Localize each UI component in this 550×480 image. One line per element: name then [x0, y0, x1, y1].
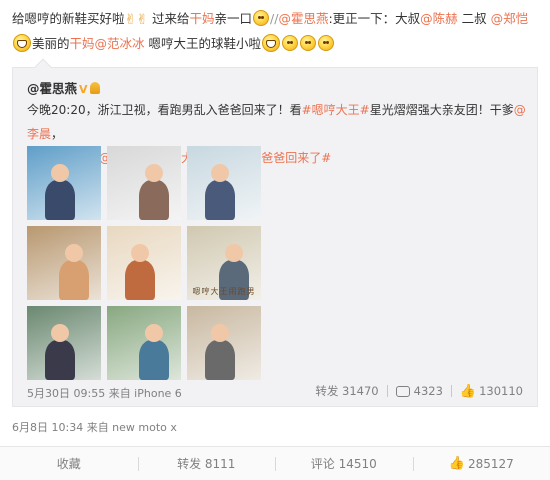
photo-figure-head	[211, 324, 229, 342]
post-text: 给嗯哼的新鞋买好啦✌✌ 过来给干妈亲一口//@霍思燕:更正一下：大叔@陈赫 二叔…	[12, 7, 540, 55]
smile-emoji-icon	[253, 10, 269, 26]
divider	[386, 385, 388, 397]
photo-figure-head	[145, 164, 163, 182]
highlighted-keyword[interactable]: 干妈	[189, 11, 214, 26]
reposted-card: @霍思燕 V 今晚20:20，浙江卫视，看跑男乱入爸爸回来了！看#嗯哼大王#星光熠…	[12, 58, 538, 407]
mention-link[interactable]: @范冰冰	[95, 36, 145, 51]
photo-figure	[205, 180, 235, 220]
photo-thumbnail[interactable]	[187, 146, 261, 220]
smile-emoji-icon	[318, 35, 335, 51]
victory-hand-icon: ✌	[136, 12, 148, 28]
photo-figure-head	[65, 244, 83, 262]
photo-thumbnail[interactable]: 嗯哼大王闹跑男	[187, 226, 261, 300]
mention-link[interactable]: @霍思燕	[278, 11, 328, 26]
favorite-button[interactable]: 收藏	[0, 447, 138, 480]
photo-caption: 嗯哼大王闹跑男	[192, 287, 256, 296]
smile-emoji-icon	[282, 35, 299, 51]
photo-thumbnail[interactable]	[27, 146, 101, 220]
smile-emoji-icon	[300, 35, 317, 51]
text-segment: 美丽的	[32, 36, 70, 51]
grin-emoji-icon	[13, 34, 31, 52]
comment-button[interactable]: 评论 14510	[275, 447, 413, 480]
original-time-source[interactable]: 5月30日 09:55 来自 iPhone 6	[27, 385, 182, 401]
topic-link[interactable]: #嗯哼大王#	[302, 103, 370, 117]
original-text-line-1: 今晚20:20，浙江卫视，看跑男乱入爸爸回来了！看#嗯哼大王#星光熠熠强大亲友团…	[27, 98, 527, 146]
photo-figure	[205, 340, 235, 380]
text-segment: 给嗯哼的新鞋买好啦	[12, 11, 125, 26]
text-segment: 亲一口	[214, 11, 252, 26]
mention-link[interactable]: @陈赫	[420, 11, 458, 26]
medal-icon	[89, 82, 100, 94]
original-text: 今晚20:20，浙江卫视，看跑男乱入爸爸回来了！看#嗯哼大王#星光熠熠强大亲友团…	[27, 98, 527, 170]
photo-figure-head	[211, 164, 229, 182]
highlighted-keyword[interactable]: 干妈	[70, 36, 95, 51]
photo-thumbnail[interactable]	[107, 146, 181, 220]
thumb-up-icon: 👍	[448, 456, 465, 471]
photo-thumbnail[interactable]	[107, 306, 181, 380]
photo-figure-head	[51, 164, 69, 182]
divider	[450, 385, 452, 397]
text-segment: 过来给	[147, 11, 190, 26]
photo-figure-head	[51, 324, 69, 342]
original-text-line-2: 舅舅@郑恺、@陈赫！#嗯哼大王闹跑男##爸爸回来了#	[27, 146, 527, 170]
text-segment: ，	[51, 127, 64, 141]
photo-thumbnail[interactable]	[187, 306, 261, 380]
action-bar: 收藏 转发 8111 评论 14510 👍 285127	[0, 446, 550, 480]
photo-thumbnail[interactable]	[27, 306, 101, 380]
original-comment[interactable]: 4323	[395, 384, 443, 398]
original-stats: 转发 31470 4323 👍 130110	[315, 383, 523, 399]
photo-figure	[45, 340, 75, 380]
mention-link[interactable]: @郑恺	[491, 11, 529, 26]
original-comment-count: 4323	[413, 384, 443, 398]
repost-label: 转发 8111	[177, 457, 236, 471]
original-repost-count[interactable]: 转发 31470	[315, 383, 378, 399]
original-author-name[interactable]: @霍思燕	[27, 81, 77, 96]
photo-figure-head	[131, 244, 149, 262]
original-like-count: 130110	[479, 384, 523, 398]
text-segment: 嗯哼大王的球鞋小啦	[144, 36, 262, 51]
verified-badge-icon: V	[79, 83, 88, 96]
victory-hand-icon: ✌	[124, 12, 137, 28]
text-segment: 二叔	[457, 11, 491, 26]
photo-thumbnail[interactable]	[107, 226, 181, 300]
thumb-up-icon: 👍	[459, 383, 477, 399]
text-segment: :更正一下：大叔	[328, 11, 421, 26]
photo-figure	[59, 260, 89, 300]
grin-emoji-icon	[262, 34, 281, 52]
original-author[interactable]: @霍思燕 V	[27, 78, 100, 97]
favorite-label: 收藏	[56, 457, 81, 471]
repost-arrow	[34, 58, 52, 76]
comment-label: 评论 14510	[310, 457, 377, 471]
photo-figure	[139, 180, 169, 220]
photo-figure-head	[145, 324, 163, 342]
photo-figure	[45, 180, 75, 220]
original-like[interactable]: 👍 130110	[460, 384, 523, 399]
like-count: 285127	[467, 456, 514, 471]
repost-button[interactable]: 转发 8111	[137, 447, 276, 480]
text-segment: 星光熠熠强大亲友团！干爹	[369, 103, 514, 117]
comment-icon	[395, 385, 410, 397]
photo-figure-head	[225, 244, 243, 262]
text-segment: 今晚20:20，浙江卫视，看跑男乱入爸爸回来了！看	[27, 103, 302, 117]
photo-figure	[125, 260, 155, 300]
photo-figure	[139, 340, 169, 380]
like-button[interactable]: 👍 285127	[412, 447, 550, 480]
post-time-source[interactable]: 6月8日 10:34 来自 new moto x	[12, 419, 177, 435]
photo-thumbnail[interactable]	[27, 226, 101, 300]
